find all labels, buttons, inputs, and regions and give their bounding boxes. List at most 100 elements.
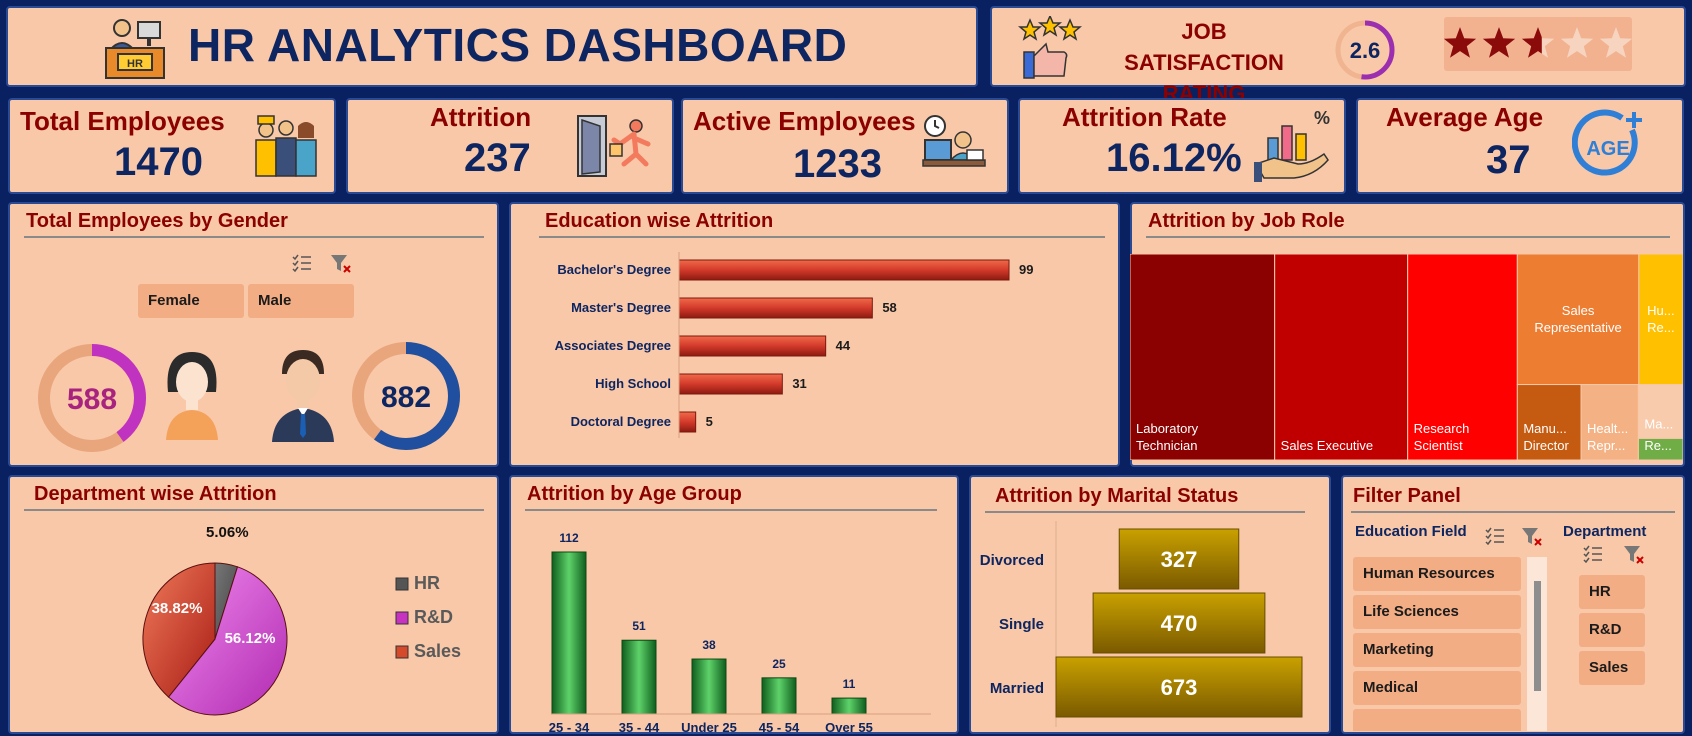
agegroup-category-label: Under 25 [681,720,737,735]
agegroup-value-label: 38 [702,638,716,652]
education-field-item[interactable]: Life Sciences [1353,595,1521,629]
marital-value-label: 470 [1161,611,1198,636]
gender-title: Total Employees by Gender [26,210,288,232]
rating-thumbs-icon [1018,16,1082,79]
kpi-attrition-rate-label: Attrition Rate [1062,102,1227,132]
department-title: Department wise Attrition [34,483,277,505]
kpi-active-employees: Active Employees 1233 [681,98,1009,194]
kpi-total-employees-label: Total Employees [20,106,225,136]
male-donut: 882 [352,342,460,450]
filter-title-underline [1351,511,1675,513]
marital-value-label: 327 [1161,547,1198,572]
education-bar-chart: Bachelor's Degree 99 Master's Degree 58 Asso… [555,252,1033,438]
jobrole-panel: Attrition by Job Role Laboratory Technici… [1130,202,1685,467]
department-pie-chart: 5.06% 56.12% 38.82% HR R&D Sales [142,524,461,716]
department-legend-swatch [395,645,409,659]
filter-panel: Filter Panel Education Field Human Resou… [1341,475,1685,734]
agegroup-category-label: 35 - 44 [619,720,660,735]
agegroup-bar [831,697,867,715]
department-legend-label: Sales [414,641,461,661]
kpi-attrition-rate-value: 16.12% [1106,136,1242,180]
marital-title: Attrition by Marital Status [995,485,1239,507]
agegroup-bar-chart: 112 25 - 34 51 35 - 44 38 Under 25 25 45 - 54 11… [549,531,931,735]
agegroup-title: Attrition by Age Group [527,483,742,505]
agegroup-value-label: 112 [559,531,579,545]
hr-desk-icon: HR [105,19,165,79]
marital-value-label: 673 [1161,675,1198,700]
page-title: HR ANALYTICS DASHBOARD [188,19,848,71]
jobrole-treemap-label: Re... [1644,438,1671,453]
agegroup-bar [761,677,797,715]
education-field-item[interactable]: Marketing [1353,633,1521,667]
education-category-label: High School [595,376,671,391]
department-slicer-item[interactable]: R&D [1579,613,1645,647]
education-bar [678,411,697,433]
department-pie-label: 5.06% [206,524,249,541]
gender-slicer-female[interactable]: Female [138,284,244,318]
agegroup-bar [551,551,587,715]
gender-slicer-male[interactable]: Male [248,284,354,318]
marital-funnel-chart: 327 Divorced 470 Single 673 Married [980,521,1303,727]
kpi-attrition-value: 237 [464,136,531,180]
kpi-average-age-value: 37 [1486,138,1531,182]
marital-panel: Attrition by Marital Status 327 Divorced 4… [969,475,1331,734]
education-field-item-partial[interactable] [1353,709,1521,731]
female-avatar-icon [166,352,218,440]
star-filled-icon [1444,27,1477,58]
education-value-label: 31 [792,376,806,391]
agegroup-category-label: Over 55 [825,720,873,735]
male-count: 882 [381,381,431,414]
department-pie-label: 56.12% [225,630,276,647]
department-clear-filter-icon[interactable] [1623,545,1645,565]
education-field-scrollbar[interactable] [1527,557,1547,731]
age-plus-icon: AGE [1572,109,1642,176]
education-field-scroll-thumb[interactable] [1534,581,1541,691]
kpi-average-age-label: Average Age [1386,102,1544,132]
education-category-label: Bachelor's Degree [557,262,671,277]
education-field-clear-filter-icon[interactable] [1521,527,1543,547]
department-pie-label: 38.82% [152,600,203,617]
education-value-label: 99 [1019,262,1033,277]
department-slicer-item[interactable]: HR [1579,575,1645,609]
department-title-underline [24,509,484,511]
exit-door-icon [577,115,651,177]
jobrole-title-underline [1146,236,1670,238]
education-category-label: Associates Degree [555,338,671,353]
education-value-label: 58 [882,300,896,315]
jobrole-treemap-label: Sales Executive [1281,438,1374,453]
education-bar [678,259,1010,281]
department-slicer-item[interactable]: Sales [1579,651,1645,685]
education-bar [678,335,827,357]
hr-desk-label: HR [127,58,143,70]
education-field-item[interactable]: Human Resources [1353,557,1521,591]
employee-desk-icon [922,115,986,167]
education-bar [678,297,873,319]
svg-text:%: % [1314,108,1330,128]
kpi-total-employees-value: 1470 [114,140,203,184]
agegroup-bar [621,639,657,715]
department-legend-label: R&D [414,607,453,627]
agegroup-value-label: 11 [843,677,856,691]
filter-title: Filter Panel [1353,485,1461,507]
education-value-label: 44 [836,338,851,353]
marital-title-underline [985,511,1305,513]
education-title-underline [539,236,1105,238]
female-count: 588 [67,383,117,416]
kpi-attrition-label: Attrition [430,102,532,132]
jobrole-treemap-cell [1274,254,1409,460]
kpi-active-employees-label: Active Employees [693,106,916,136]
department-multiselect-icon[interactable] [1583,545,1603,563]
kpi-attrition: Attrition 237 [346,98,674,194]
agegroup-category-label: 25 - 34 [549,720,590,735]
chart-hand-icon: % [1254,108,1330,182]
agegroup-value-label: 51 [632,619,646,633]
kpi-average-age: Average Age 37 AGE [1356,98,1684,194]
multi-select-icon[interactable] [292,254,312,272]
clear-filter-icon[interactable] [330,254,352,274]
education-field-item[interactable]: Medical [1353,671,1521,705]
star-empty-icon [1599,27,1633,58]
kpi-active-employees-value: 1233 [793,142,882,186]
education-field-multiselect-icon[interactable] [1485,527,1505,545]
department-legend-swatch [395,577,409,591]
satisfaction-panel: JOB SATISFACTION RATING 2.6 [990,6,1686,106]
